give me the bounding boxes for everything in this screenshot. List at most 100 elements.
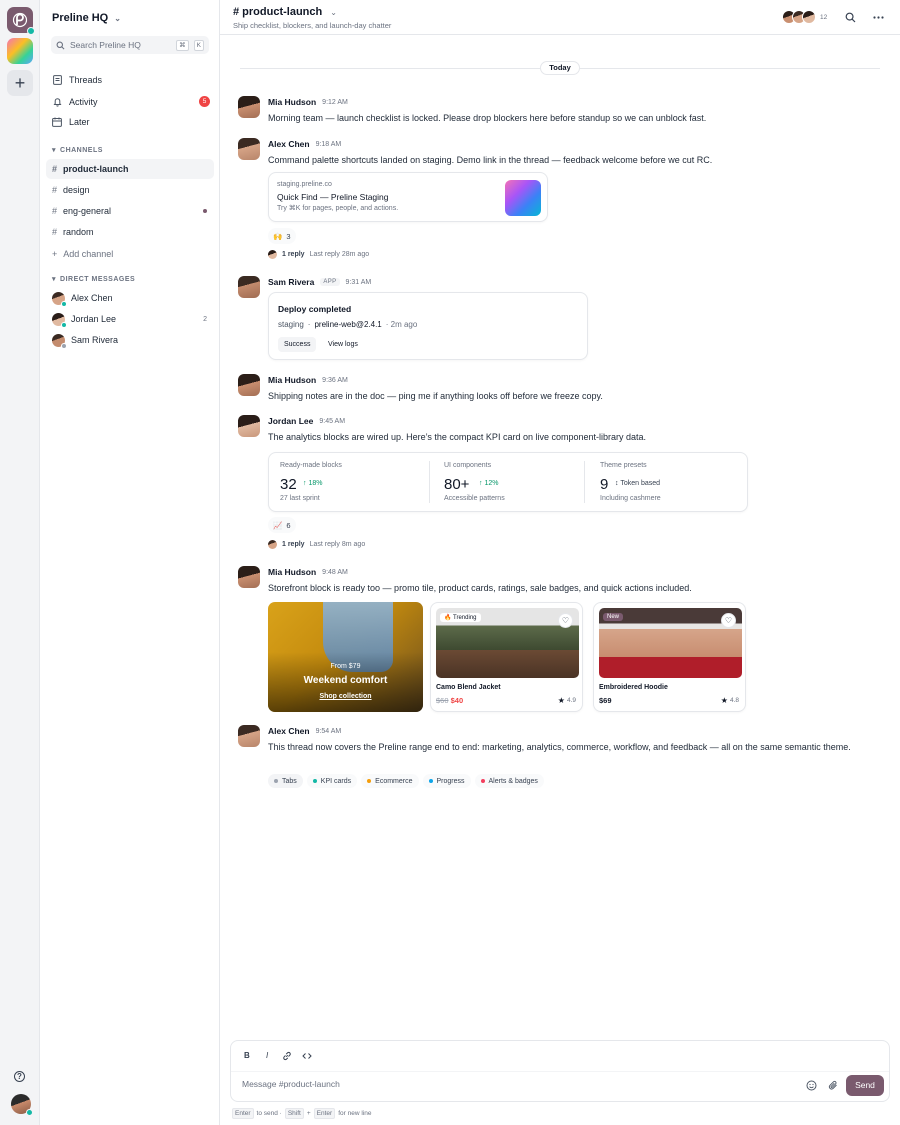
member-count: 12 xyxy=(820,13,828,21)
dm-label: Alex Chen xyxy=(71,293,113,303)
channel-eng-general[interactable]: # eng-general xyxy=(46,201,214,221)
kpi-label: UI components xyxy=(444,462,492,469)
success-button[interactable]: Success xyxy=(278,337,317,352)
avatar[interactable] xyxy=(238,96,260,118)
heart-icon[interactable]: ♡ xyxy=(558,613,573,628)
message-composer: B I Message #product-launch Send xyxy=(230,1040,890,1102)
chip-label: Ecommerce xyxy=(375,777,413,785)
reaction-count: 3 xyxy=(286,231,291,241)
reaction-button[interactable]: 📈 6 xyxy=(268,517,296,533)
reaction-button[interactable]: 🙌 3 xyxy=(268,228,296,244)
thread-replies-link[interactable]: 1 reply Last reply 8m ago xyxy=(268,540,365,549)
search-input[interactable]: Search Preline HQ ⌘ K xyxy=(51,36,209,54)
chip-label: KPI cards xyxy=(320,777,352,785)
attachment-icon[interactable] xyxy=(828,1080,839,1091)
nav-threads[interactable]: Threads xyxy=(52,75,210,85)
chip-ecommerce[interactable]: Ecommerce xyxy=(361,774,419,788)
more-options-icon[interactable] xyxy=(872,11,884,23)
user-avatar[interactable] xyxy=(11,1094,33,1116)
send-button[interactable]: Send xyxy=(846,1075,884,1096)
star-icon: ★ xyxy=(557,696,565,705)
avatar xyxy=(52,333,67,349)
caret-down-icon: ▾ xyxy=(52,147,57,154)
online-status-dot xyxy=(61,300,67,307)
add-channel-button[interactable]: + Add channel xyxy=(46,244,214,264)
message-text: Command palette shortcuts landed on stag… xyxy=(268,155,713,165)
avatar[interactable] xyxy=(238,415,260,437)
kbd-enter: Enter xyxy=(313,1108,336,1119)
chip-progress[interactable]: Progress xyxy=(422,774,471,788)
kpi-value: 80+ xyxy=(444,476,470,493)
author-name[interactable]: Sam Rivera xyxy=(268,277,314,287)
last-reply-time: Last reply 28m ago xyxy=(309,251,370,258)
chip-kpi-cards[interactable]: KPI cards xyxy=(306,774,358,788)
shop-collection-link[interactable]: Shop collection xyxy=(268,693,423,700)
add-channel-label: Add channel xyxy=(63,249,114,259)
promo-title: Weekend comfort xyxy=(303,675,388,686)
kpi-sub: Accessible patterns xyxy=(444,495,505,502)
message-text: Storefront block is ready too — promo ti… xyxy=(268,583,692,593)
italic-button[interactable]: I xyxy=(266,1051,268,1060)
channel-design[interactable]: # design xyxy=(46,180,214,200)
product-card-hoodie[interactable]: New ♡ Embroidered Hoodie $69 ★ 4.8 xyxy=(593,602,746,712)
link-preview-card[interactable]: staging.preline.co Quick Find — Preline … xyxy=(268,172,548,222)
product-card-camo-jacket[interactable]: 🔥 Trending ♡ Camo Blend Jacket $60 $40 ★… xyxy=(430,602,583,712)
workspace-preline-button[interactable] xyxy=(7,7,35,35)
thread-replies-link[interactable]: 1 reply Last reply 28m ago xyxy=(268,250,369,259)
hint-text: to send · xyxy=(256,1110,282,1117)
author-name[interactable]: Mia Hudson xyxy=(268,567,316,577)
search-icon[interactable] xyxy=(844,11,856,23)
nav-activity[interactable]: Activity 5 xyxy=(52,96,210,107)
channels-section-toggle[interactable]: ▾ CHANNELS xyxy=(52,146,103,155)
plus-icon: + xyxy=(14,72,26,93)
heart-icon[interactable]: ♡ xyxy=(721,613,736,628)
link-icon[interactable] xyxy=(282,1051,292,1063)
promo-tile[interactable]: From $79 Weekend comfort Shop collection xyxy=(268,602,423,712)
channel-header: # product-launch ⌄ Ship checklist, block… xyxy=(220,0,900,35)
workspace-gradient-button[interactable] xyxy=(7,38,33,64)
avatar[interactable] xyxy=(238,374,260,396)
chip-tabs[interactable]: Tabs xyxy=(268,774,303,788)
author-name[interactable]: Jordan Lee xyxy=(268,416,313,426)
member-list-button[interactable]: 12 xyxy=(782,10,827,24)
hash-icon: # xyxy=(52,164,58,174)
unread-count: 2 xyxy=(203,315,207,323)
workspace-switcher[interactable]: Preline HQ ⌄ xyxy=(52,12,121,24)
nav-later[interactable]: Later xyxy=(52,117,210,127)
code-icon[interactable] xyxy=(302,1051,312,1063)
avatar xyxy=(268,540,277,549)
author-name[interactable]: Mia Hudson xyxy=(268,97,316,107)
unread-dot xyxy=(203,209,207,213)
reply-count: 1 reply xyxy=(282,541,305,548)
chip-alerts-badges[interactable]: Alerts & badges xyxy=(474,774,544,788)
author-name[interactable]: Mia Hudson xyxy=(268,375,316,385)
bold-button[interactable]: B xyxy=(244,1051,250,1060)
emoji-icon[interactable] xyxy=(806,1080,817,1091)
channel-random[interactable]: # random xyxy=(46,222,214,242)
channel-label: design xyxy=(63,185,90,195)
dm-section-toggle[interactable]: ▾ DIRECT MESSAGES xyxy=(52,275,135,284)
dm-sam-rivera[interactable]: Sam Rivera xyxy=(46,330,214,350)
chip-dot xyxy=(480,779,485,783)
author-name[interactable]: Alex Chen xyxy=(268,139,310,149)
channel-product-launch[interactable]: # product-launch xyxy=(46,159,214,179)
dm-jordan-lee[interactable]: Jordan Lee 2 xyxy=(46,309,214,329)
hint-text: + xyxy=(306,1110,311,1117)
channel-description: Ship checklist, blockers, and launch-day… xyxy=(233,21,392,30)
message-input[interactable]: Message #product-launch xyxy=(242,1079,340,1089)
help-icon[interactable]: ? xyxy=(14,1071,25,1082)
product-name: Embroidered Hoodie xyxy=(599,684,668,691)
author-name[interactable]: Alex Chen xyxy=(268,726,310,736)
hash-icon: # xyxy=(52,185,58,195)
channel-title-button[interactable]: # product-launch ⌄ xyxy=(233,6,337,18)
avatar[interactable] xyxy=(238,276,260,298)
avatar[interactable] xyxy=(238,138,260,160)
channel-label: random xyxy=(63,227,94,237)
add-workspace-button[interactable]: + xyxy=(7,70,33,96)
dm-alex-chen[interactable]: Alex Chen xyxy=(46,288,214,308)
avatar[interactable] xyxy=(238,725,260,747)
view-logs-button[interactable]: View logs xyxy=(322,337,364,352)
kpi-card: Ready-made blocks 32 ↑ 18% 27 last sprin… xyxy=(268,452,748,512)
separator: · xyxy=(307,320,311,329)
avatar[interactable] xyxy=(238,566,260,588)
